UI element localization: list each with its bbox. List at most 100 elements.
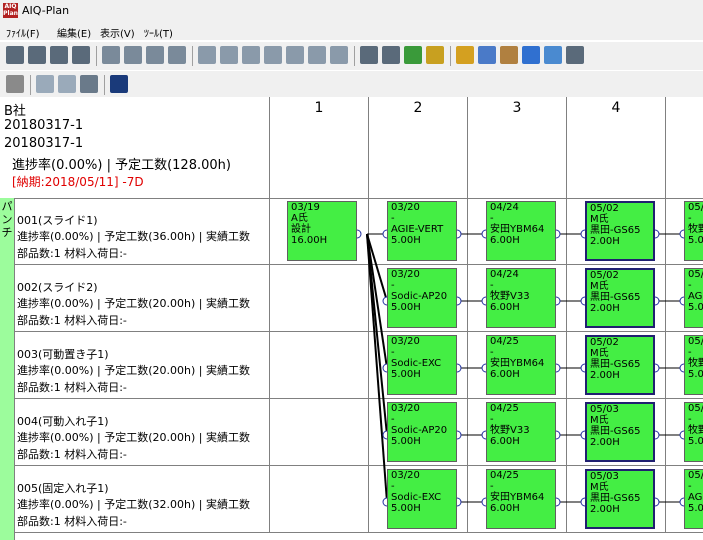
task-text: 6.00H — [490, 302, 520, 313]
task-text: 5.0 — [688, 436, 703, 447]
task-text: 黒田-GS65 — [590, 225, 641, 236]
task-block[interactable]: 03/20- Sodic-AP20 5.00H — [387, 268, 457, 328]
task-text: 5.00H — [391, 302, 421, 313]
toolbar-separator — [354, 46, 355, 66]
task-block[interactable]: 03/20- Sodic-AP20 5.00H — [387, 402, 457, 462]
line-icon[interactable] — [36, 75, 54, 93]
tool-icon[interactable] — [360, 46, 378, 64]
title-bar: AIQ Plan AIQ-Plan — [0, 0, 703, 23]
layout-icon[interactable] — [168, 46, 186, 64]
task-text: 5.0 — [688, 302, 703, 313]
task-text: 5.0 — [688, 235, 703, 246]
task-block[interactable]: 04/25- 安田YBM64 6.00H — [486, 469, 556, 529]
filter-icon[interactable] — [522, 46, 540, 64]
task-text: 牧野V33 — [490, 291, 530, 302]
task-block[interactable]: 05/02 M氏 黒田-GS65 2.00H — [585, 201, 655, 261]
new-icon[interactable] — [6, 46, 24, 64]
refresh-icon[interactable] — [330, 46, 348, 64]
task-block[interactable]: 05/- AG 5.0 — [684, 268, 703, 328]
save-icon[interactable] — [28, 46, 46, 64]
calendar-icon[interactable] — [456, 46, 474, 64]
task-block[interactable]: 05/-牧野5.0 — [684, 201, 703, 261]
task-block[interactable]: 03/19 A氏 設計 16.00H — [287, 201, 357, 261]
add-row-icon[interactable] — [198, 46, 216, 64]
task-block[interactable]: 05/-牧野5.0 — [684, 335, 703, 395]
task-text: M氏 — [590, 348, 609, 359]
task-block[interactable]: 05/02 M氏 黒田-GS65 2.00H — [585, 268, 655, 328]
task-text: 牧野 — [688, 224, 703, 235]
layout-icon[interactable] — [124, 46, 142, 64]
task-text: 16.00H — [291, 235, 328, 246]
task-block[interactable]: 03/20- AGIE-VERT 5.00H — [387, 201, 457, 261]
menu-edit[interactable]: 編集(E) — [57, 25, 91, 40]
task-block[interactable]: 05/- AG 5.0 — [684, 469, 703, 529]
task-text: 05/ — [688, 202, 703, 213]
menu-tools[interactable]: ﾂｰﾙ(T) — [144, 25, 173, 40]
task-text: Sodic-EXC — [391, 492, 442, 503]
key-icon[interactable] — [80, 75, 98, 93]
toolbar-separator — [450, 46, 451, 66]
task-text: - — [490, 414, 494, 425]
secondary-toolbar — [0, 70, 703, 98]
task-block[interactable]: 04/25- 安田YBM64 6.00H — [486, 335, 556, 395]
toolbar-separator — [192, 46, 193, 66]
task-block[interactable]: 03/20- Sodic-EXC 5.00H — [387, 469, 457, 529]
link-icon[interactable] — [242, 46, 260, 64]
task-text: 05/03 — [590, 404, 619, 415]
align-icon[interactable] — [308, 46, 326, 64]
layout-icon[interactable] — [102, 46, 120, 64]
task-block[interactable]: 04/24- 安田YBM64 6.00H — [486, 201, 556, 261]
person-icon[interactable] — [500, 46, 518, 64]
hand-icon[interactable] — [50, 46, 68, 64]
edit-icon[interactable] — [426, 46, 444, 64]
task-text: - — [391, 481, 395, 492]
schedule-grid: B社 20180317-1 20180317-1 進捗率(0.00%) | 予定… — [0, 97, 703, 540]
task-text: 5.00H — [391, 369, 421, 380]
binoculars-icon[interactable] — [110, 75, 128, 93]
disk-icon[interactable] — [6, 75, 24, 93]
task-block[interactable]: 03/20- Sodic-EXC 5.00H — [387, 335, 457, 395]
task-text: - — [391, 347, 395, 358]
window-title: AIQ-Plan — [22, 4, 70, 17]
toolbar-separator — [104, 75, 105, 95]
task-text: - — [490, 481, 494, 492]
unlink-icon[interactable] — [264, 46, 282, 64]
task-block[interactable]: 04/24- 牧野V33 6.00H — [486, 268, 556, 328]
task-block[interactable]: 05/-牧野5.0 — [684, 402, 703, 462]
task-text: 黒田-GS65 — [590, 426, 641, 437]
task-text: 04/24 — [490, 202, 519, 213]
task-text: - — [391, 213, 395, 224]
toolbar-separator — [30, 75, 31, 95]
layout-icon[interactable] — [146, 46, 164, 64]
task-text: 03/20 — [391, 269, 420, 280]
dashed-line-icon[interactable] — [58, 75, 76, 93]
menu-view[interactable]: 表示(V) — [100, 25, 135, 40]
task-block[interactable]: 05/03 M氏 黒田-GS65 2.00H — [585, 469, 655, 529]
task-text: 牧野V33 — [490, 425, 530, 436]
task-text: 04/25 — [490, 403, 519, 414]
task-text: 03/20 — [391, 470, 420, 481]
task-block[interactable]: 05/02 M氏 黒田-GS65 2.00H — [585, 335, 655, 395]
task-text: - — [490, 280, 494, 291]
menu-file[interactable]: ﾌｧｲﾙ(F) — [6, 25, 40, 40]
gantt-icon[interactable] — [544, 46, 562, 64]
print-icon[interactable] — [72, 46, 90, 64]
task-text: 6.00H — [490, 235, 520, 246]
app-icon: AIQ Plan — [3, 3, 18, 18]
task-text: 03/20 — [391, 336, 420, 347]
task-text: AG — [688, 291, 703, 302]
task-block[interactable]: 05/03 M氏 黒田-GS65 2.00H — [585, 402, 655, 462]
task-block[interactable]: 04/25- 牧野V33 6.00H — [486, 402, 556, 462]
resource-icon[interactable] — [478, 46, 496, 64]
task-text: 5.0 — [688, 503, 703, 514]
main-toolbar — [0, 41, 703, 71]
task-text: 04/25 — [490, 470, 519, 481]
task-text: - — [688, 280, 692, 291]
align-icon[interactable] — [286, 46, 304, 64]
task-text: 2.00H — [590, 303, 620, 314]
task-text: AGIE-VERT — [391, 224, 444, 235]
remove-row-icon[interactable] — [220, 46, 238, 64]
tool-icon[interactable] — [382, 46, 400, 64]
chart-icon[interactable] — [566, 46, 584, 64]
check-icon[interactable] — [404, 46, 422, 64]
